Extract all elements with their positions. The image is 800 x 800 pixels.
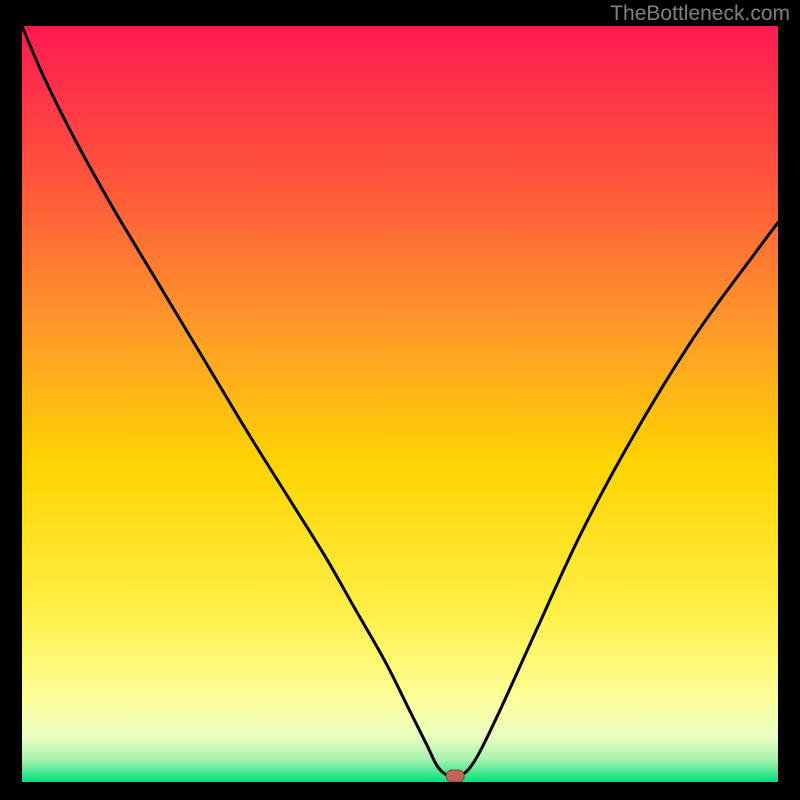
watermark-text: TheBottleneck.com bbox=[610, 2, 790, 26]
chart-frame: TheBottleneck.com bbox=[0, 0, 800, 800]
gradient-background bbox=[22, 26, 778, 782]
bottleneck-curve-chart bbox=[22, 26, 778, 782]
optimal-point-marker bbox=[446, 770, 464, 782]
plot-area bbox=[22, 26, 778, 782]
